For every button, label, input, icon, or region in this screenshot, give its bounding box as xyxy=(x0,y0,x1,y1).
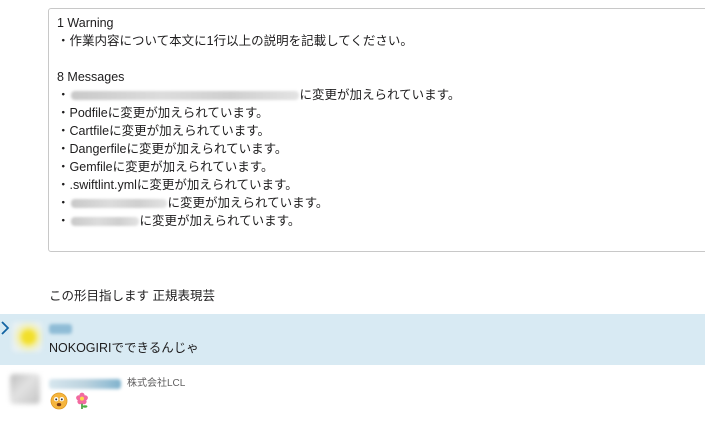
bullet: ・ xyxy=(57,106,70,120)
filename: Podfile xyxy=(69,106,108,120)
worried-face-emoji-icon[interactable] xyxy=(50,392,68,410)
changed-text: に変更が加えられています。 xyxy=(167,196,329,210)
message-item-cartfile: ・ Cartfile に変更が加えられています。 xyxy=(57,122,705,140)
warning-item: ・作業内容について本文に1行以上の説明を記載してください。 xyxy=(57,34,413,48)
message-row-highlighted[interactable]: NOKOGIRIでできるんじゃ xyxy=(0,314,705,365)
redacted-filename xyxy=(70,90,299,100)
avatar[interactable] xyxy=(12,322,42,352)
message-item-redacted-1: ・ に変更が加えられています。 xyxy=(57,86,705,104)
changed-text: に変更が加えられています。 xyxy=(107,106,269,120)
filename: Cartfile xyxy=(69,124,110,138)
message-item-swiftlint: ・ .swiftlint.yml に変更が加えられています。 xyxy=(57,176,705,194)
bullet: ・ xyxy=(57,214,70,228)
message-text: この形目指します 正規表現芸 xyxy=(49,289,215,303)
avatar[interactable] xyxy=(10,374,40,404)
message-item-dangerfile: ・ Dangerfile に変更が加えられています。 xyxy=(57,140,705,158)
redacted-filename xyxy=(70,216,139,226)
danger-bot-attachment: 1 Warning ・作業内容について本文に1行以上の説明を記載してください。 … xyxy=(48,8,705,252)
filename: Dangerfile xyxy=(69,142,127,156)
message-text: NOKOGIRIでできるんじゃ xyxy=(49,341,199,355)
message-row[interactable]: 株式会社LCL xyxy=(0,367,705,421)
changed-text: に変更が加えられています。 xyxy=(126,142,288,156)
bullet: ・ xyxy=(57,160,70,174)
flower-icon[interactable] xyxy=(73,392,91,410)
chevron-right-icon[interactable] xyxy=(0,320,12,336)
bullet: ・ xyxy=(57,142,70,156)
message-item-podfile: ・ Podfile に変更が加えられています。 xyxy=(57,104,705,122)
message-item-redacted-3: ・ に変更が加えられています。 xyxy=(57,212,705,230)
filename: Gemfile xyxy=(69,160,113,174)
bullet: ・ xyxy=(57,124,70,138)
changed-text: に変更が加えられています。 xyxy=(109,124,270,138)
changed-text: に変更が加えられています。 xyxy=(299,88,461,102)
organization-label: 株式会社LCL xyxy=(127,378,186,389)
filename: .swiftlint.yml xyxy=(69,178,137,192)
messages-header: 8 Messages xyxy=(57,70,125,84)
redacted-filename xyxy=(70,198,167,208)
changed-text: に変更が加えられています。 xyxy=(112,160,274,174)
bullet: ・ xyxy=(57,196,70,210)
warning-header: 1 Warning xyxy=(57,16,114,30)
bullet: ・ xyxy=(57,178,70,192)
sender-name-redacted[interactable] xyxy=(49,324,72,334)
message-item-gemfile: ・ Gemfile に変更が加えられています。 xyxy=(57,158,705,176)
changed-text: に変更が加えられています。 xyxy=(139,214,301,228)
message-item-redacted-2: ・ に変更が加えられています。 xyxy=(57,194,705,212)
changed-text: に変更が加えられています。 xyxy=(136,178,298,192)
bullet: ・ xyxy=(57,88,70,102)
sender-name-redacted[interactable] xyxy=(49,379,121,389)
